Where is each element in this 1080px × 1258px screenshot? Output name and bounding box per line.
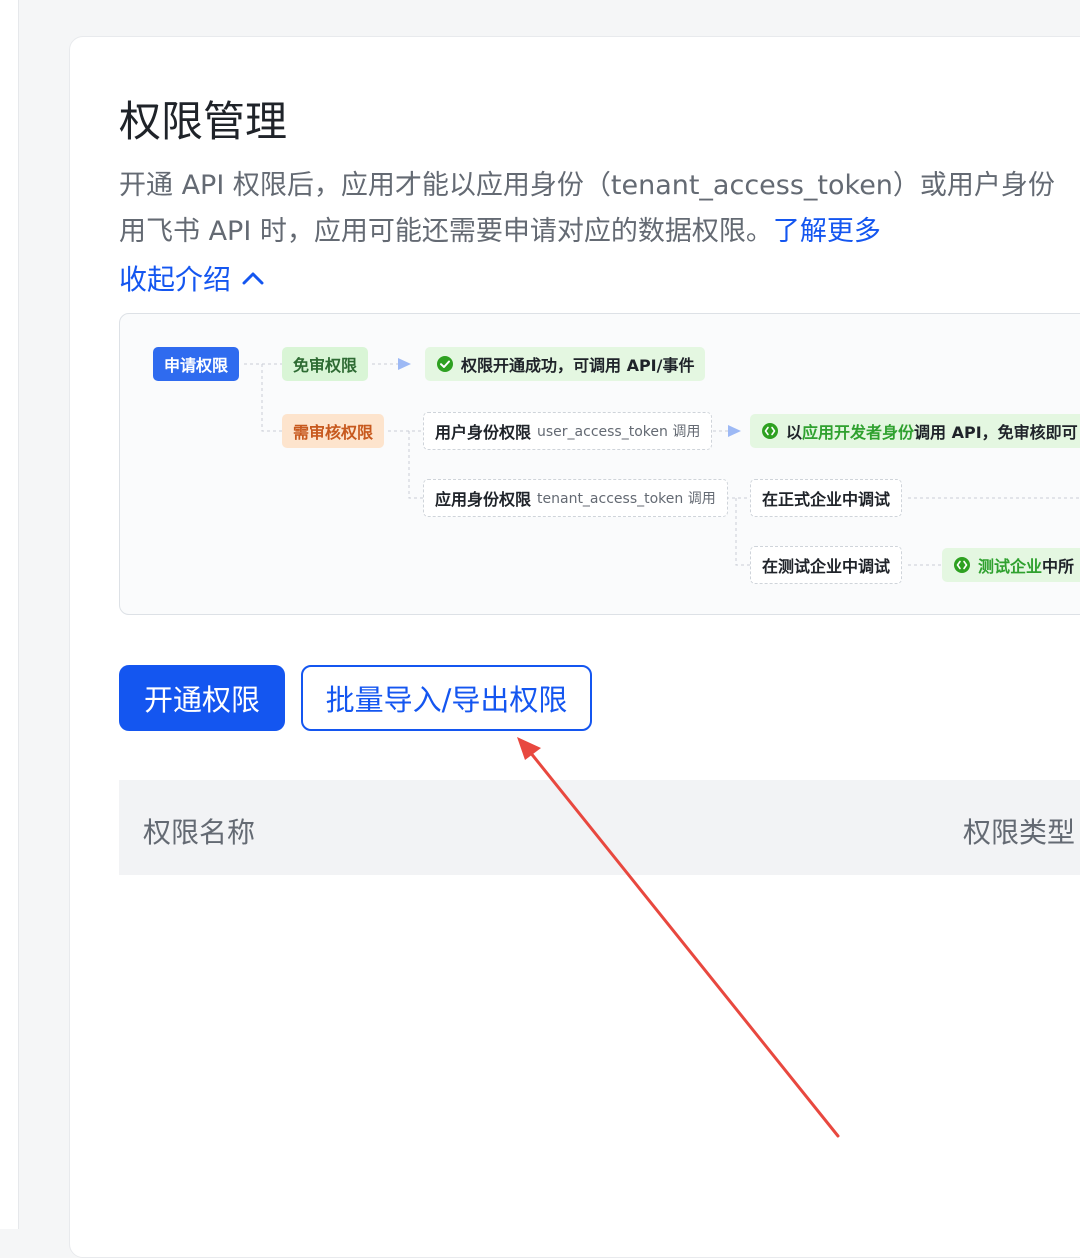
column-permission-type[interactable]: 权限类型 <box>963 811 1075 851</box>
developer-call-suffix: 调用 API，免审核即可 <box>914 423 1078 442</box>
code-circle-icon <box>761 422 779 440</box>
collapse-intro-toggle[interactable]: 收起介绍 <box>119 258 265 298</box>
developer-call-prefix: 以 <box>786 423 803 442</box>
tenant-token-label: tenant_access_token 调用 <box>537 491 716 507</box>
permission-table-header: 权限名称 权限类型 <box>119 780 1080 875</box>
apply-permission-label: 申请权限 <box>164 356 229 375</box>
user-token-label: user_access_token 调用 <box>537 424 701 440</box>
user-permission-node: 用户身份权限 user_access_token 调用 <box>423 412 713 450</box>
intro-line-2-text: 用飞书 API 时，应用可能还需要申请对应的数据权限。 <box>119 216 773 247</box>
intro-line-1: 开通 API 权限后，应用才能以应用身份（tenant_access_token… <box>119 170 1055 201</box>
test-result-node: 测试企业 中所 <box>942 548 1080 582</box>
intro-text: 开通 API 权限后，应用才能以应用身份（tenant_access_token… <box>119 163 1080 255</box>
developer-call-highlight: 应用开发者身份 <box>802 423 915 442</box>
app-permission-label: 应用身份权限 <box>435 490 532 509</box>
apply-permission-node: 申请权限 <box>153 347 240 381</box>
enable-permission-button[interactable]: 开通权限 <box>119 665 285 731</box>
review-label: 需审核权限 <box>293 423 374 442</box>
test-debug-node: 在测试企业中调试 <box>750 546 903 584</box>
prod-debug-node: 在正式企业中调试 <box>750 479 903 517</box>
learn-more-link[interactable]: 了解更多 <box>773 216 881 247</box>
test-debug-label: 在测试企业中调试 <box>762 557 891 576</box>
no-review-label: 免审权限 <box>293 356 358 375</box>
code-circle-icon <box>953 556 971 574</box>
chevron-up-icon <box>242 272 264 285</box>
no-review-node: 免审权限 <box>282 347 369 381</box>
collapse-intro-label: 收起介绍 <box>119 263 232 296</box>
prod-debug-label: 在正式企业中调试 <box>762 490 891 509</box>
test-result-highlight: 测试企业 <box>978 557 1043 576</box>
user-permission-label: 用户身份权限 <box>435 423 532 442</box>
app-permission-node: 应用身份权限 tenant_access_token 调用 <box>423 479 728 517</box>
column-permission-name[interactable]: 权限名称 <box>143 811 255 851</box>
left-sidebar-edge <box>0 0 19 1229</box>
developer-call-node: 以应用开发者身份 调用 API，免审核即可 <box>750 414 1080 448</box>
test-result-suffix: 中所 <box>1042 557 1075 576</box>
review-node: 需审核权限 <box>282 414 385 448</box>
check-circle-icon <box>436 355 454 373</box>
success-node: 权限开通成功，可调用 API/事件 <box>425 347 706 381</box>
batch-import-export-button[interactable]: 批量导入/导出权限 <box>301 665 592 731</box>
page-title: 权限管理 <box>119 97 288 146</box>
permission-flow-diagram: 申请权限 免审权限 权限开通成功，可调用 API/事件 需审核权限 用户身份权限… <box>119 313 1080 615</box>
intro-line-2: 用飞书 API 时，应用可能还需要申请对应的数据权限。了解更多 <box>119 209 1080 255</box>
success-label: 权限开通成功，可调用 API/事件 <box>461 356 695 375</box>
